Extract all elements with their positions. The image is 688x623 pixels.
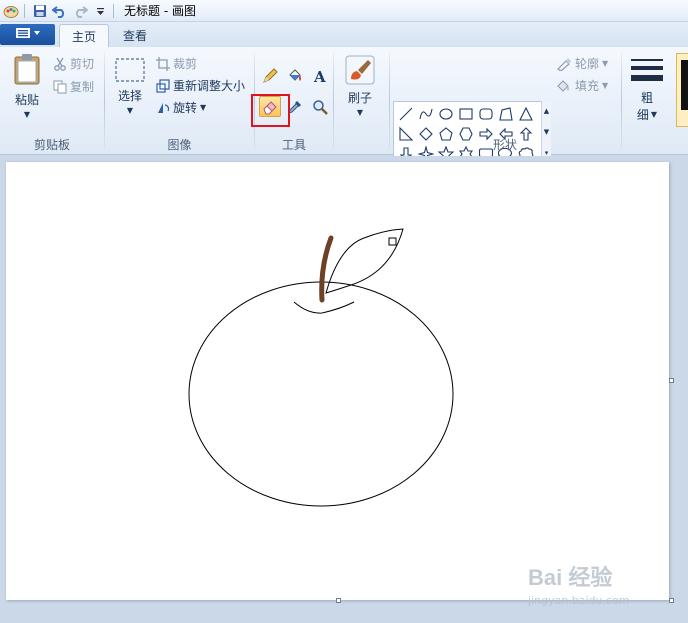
rotate-icon — [156, 101, 170, 115]
tab-view[interactable]: 查看 — [111, 24, 159, 47]
crop-icon — [156, 56, 170, 71]
eraser-cursor — [388, 237, 397, 246]
drawing-canvas[interactable] — [6, 162, 669, 600]
color-swatch-black — [681, 60, 688, 110]
paste-label: 粘贴 — [14, 93, 39, 107]
outline-button[interactable]: 轮廓 ▼ — [556, 55, 608, 72]
rounded-rectangle-shape-icon[interactable] — [476, 104, 495, 123]
paint-bucket-icon — [287, 68, 303, 84]
menu-icon — [13, 27, 43, 42]
image-group-label: 图像 — [167, 138, 192, 152]
divider — [389, 53, 390, 149]
size-label-line2: 细 — [636, 108, 649, 122]
chevron-down-icon: ▼ — [200, 103, 207, 112]
divider — [24, 3, 25, 18]
shapes-group-label: 形状 — [492, 138, 517, 152]
line-shape-icon[interactable] — [396, 104, 415, 123]
scroll-up-icon[interactable]: ▲ — [544, 107, 549, 115]
apple-drawing — [188, 228, 454, 507]
size-label-line1: 粗 — [640, 91, 653, 105]
divider — [113, 3, 114, 18]
watermark-logo: Bai 经验 — [528, 565, 613, 590]
redo-icon[interactable] — [71, 2, 89, 20]
polygon-shape-icon[interactable] — [496, 104, 515, 123]
apple-body — [188, 281, 454, 507]
select-rectangle-icon — [114, 57, 146, 83]
scissors-icon — [53, 57, 67, 71]
window-title: 无标题 - 画图 — [124, 4, 196, 18]
shapes-scroll[interactable]: ▲ ▼ ▾ — [541, 101, 551, 163]
brush-icon — [345, 55, 375, 85]
fill-shape-button[interactable]: 填充 ▼ — [556, 77, 608, 94]
outline-brush-icon — [556, 57, 572, 71]
undo-icon[interactable] — [51, 2, 69, 20]
copy-label: 复制 — [70, 80, 95, 94]
chevron-down-icon: ▼ — [23, 110, 31, 119]
magnifier-icon — [312, 99, 328, 115]
chevron-down-icon: ▼ — [602, 59, 609, 68]
divider — [621, 53, 622, 149]
cut-label: 剪切 — [70, 57, 95, 71]
resize-button[interactable]: 重新调整大小 — [156, 77, 245, 94]
chevron-down-icon: ▼ — [126, 106, 134, 115]
pencil-tool[interactable] — [259, 65, 281, 86]
cut-button[interactable]: 剪切 — [53, 55, 94, 72]
ribbon-tabs: 主页 查看 — [0, 22, 688, 47]
resize-icon — [156, 78, 170, 93]
brushes-button[interactable]: 刷子 ▼ — [343, 55, 377, 117]
rectangle-shape-icon[interactable] — [456, 104, 475, 123]
fill-tool[interactable] — [284, 65, 306, 86]
text-tool[interactable]: A — [309, 65, 331, 86]
chevron-down-icon: ▼ — [602, 81, 609, 90]
copy-icon — [53, 80, 67, 94]
triangle-shape-icon[interactable] — [516, 104, 535, 123]
eraser-highlight-box — [251, 94, 290, 127]
watermark-url: jingyan.baidu.com — [528, 594, 630, 607]
svg-text:A: A — [313, 68, 326, 84]
crop-label: 裁剪 — [173, 57, 198, 71]
customize-dropdown-icon[interactable] — [91, 2, 109, 20]
text-a-icon: A — [312, 68, 328, 84]
paste-button[interactable]: 粘贴 ▼ — [10, 53, 44, 119]
rotate-label: 旋转 — [173, 101, 198, 115]
resize-handle-bottom[interactable] — [336, 598, 341, 603]
select-button[interactable]: 选择 ▼ — [113, 57, 147, 115]
divider — [104, 53, 105, 149]
paint-menu-button[interactable] — [0, 24, 55, 45]
select-label: 选择 — [117, 89, 142, 103]
fill-label: 填充 — [575, 79, 600, 93]
oval-shape-icon[interactable] — [436, 104, 455, 123]
copy-button[interactable]: 复制 — [53, 78, 94, 95]
tools-group-label: 工具 — [281, 138, 306, 152]
rotate-button[interactable]: 旋转 ▼ — [156, 99, 206, 116]
color1-button[interactable] — [676, 53, 688, 127]
pencil-icon — [262, 67, 278, 84]
magnifier-tool[interactable] — [309, 96, 331, 117]
crop-button[interactable]: 裁剪 — [156, 55, 197, 72]
title-bar: 无标题 - 画图 — [0, 0, 688, 22]
resize-handle-right[interactable] — [669, 378, 674, 383]
save-icon[interactable] — [31, 2, 49, 20]
tab-home[interactable]: 主页 — [59, 24, 110, 47]
clipboard-icon — [13, 53, 41, 85]
brushes-label: 刷子 — [347, 91, 372, 105]
outline-label: 轮廓 — [575, 57, 600, 71]
size-button[interactable]: 粗 细 ▼ — [628, 57, 666, 123]
curve-shape-icon[interactable] — [416, 104, 435, 123]
chevron-down-icon: ▼ — [650, 110, 658, 119]
baidu-watermark: Bai 经验 jingyan.baidu.com — [528, 560, 678, 608]
apple-top-notch — [293, 301, 355, 314]
divider — [333, 53, 334, 149]
clipboard-group-label: 剪贴板 — [33, 138, 70, 152]
chevron-down-icon: ▼ — [356, 108, 364, 117]
shapes-gallery — [393, 101, 551, 163]
scroll-down-icon[interactable]: ▼ — [544, 128, 549, 136]
fill-bucket-icon — [556, 79, 572, 93]
line-size-icon — [630, 57, 664, 85]
resize-label: 重新调整大小 — [173, 79, 246, 93]
paint-app-icon[interactable] — [2, 2, 20, 20]
ribbon: 粘贴 ▼ 剪切 复制 剪贴板 选择 ▼ 裁剪 重新调整大小 旋转 ▼ 图像 A … — [0, 47, 688, 163]
